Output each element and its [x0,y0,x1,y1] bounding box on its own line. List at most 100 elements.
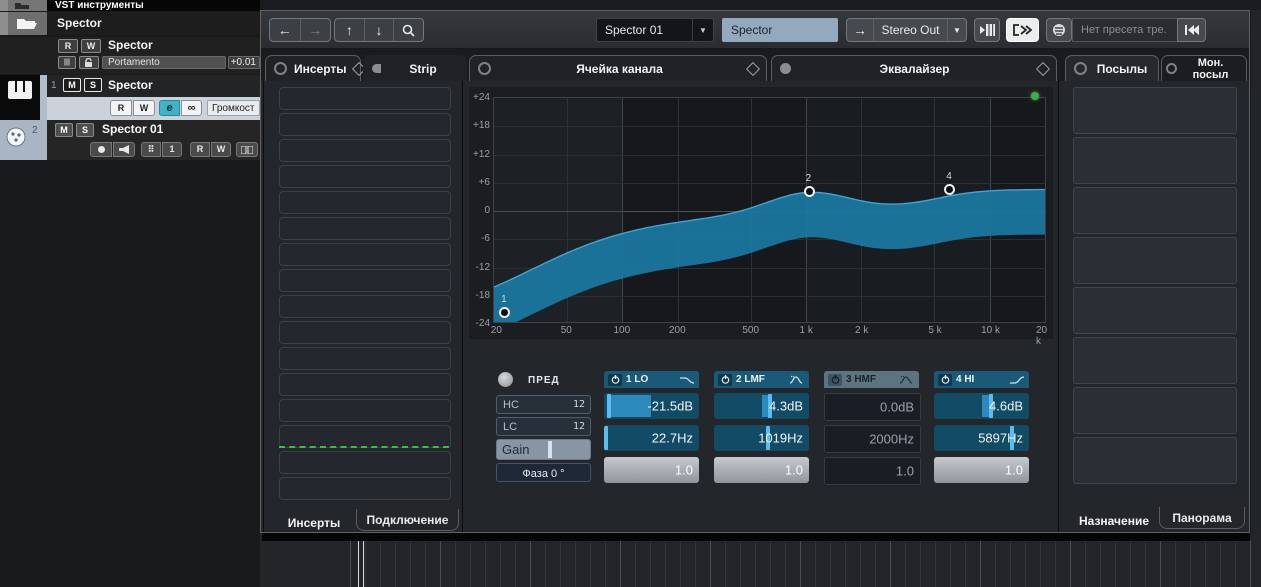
monitor-button[interactable] [113,142,135,157]
peak-icon[interactable] [789,375,805,385]
power-icon[interactable] [718,374,732,386]
band-q-fader[interactable]: 1.0 [714,457,809,483]
insert-slot[interactable] [279,269,451,292]
channel-name-field[interactable]: Spector [722,18,838,42]
power-icon[interactable] [828,374,842,386]
output-chain-button[interactable] [1006,18,1039,42]
automation-track[interactable]: R W Spector ||| Portamento +0.01 [0,37,260,74]
lc-filter[interactable]: LC 12 [496,417,591,436]
fader-handle[interactable] [607,394,611,418]
forward-button[interactable]: → [301,19,331,41]
bypass-button[interactable]: ||| [58,56,76,69]
bypass-ring-icon[interactable] [1074,62,1087,75]
bottom-tab-panorama[interactable]: Панорама [1159,507,1245,529]
send-slot[interactable] [1073,337,1237,384]
volume-field[interactable]: Громкост [207,100,260,116]
insert-slot[interactable] [279,425,451,448]
insert-slot[interactable] [279,243,451,266]
bottom-tab-routing[interactable]: Подключение [356,509,459,531]
search-channel-button[interactable] [394,19,423,41]
write-button[interactable]: W [81,39,101,53]
track-preset-field[interactable]: Нет пресета тре. [1072,18,1177,42]
pre-gain-slider[interactable]: Gain [496,439,591,460]
low-shelf-icon[interactable] [679,375,695,385]
band-freq-fader[interactable]: 22.7Hz [604,425,699,451]
back-button[interactable]: ← [270,19,301,41]
bypass-ring-icon[interactable] [1166,63,1177,74]
insert-slot[interactable] [279,399,451,422]
band-q-fader[interactable]: 1.0 [604,457,699,483]
band-freq-fader[interactable]: 2000Hz [824,425,921,453]
track-spector[interactable]: 1 M S Spector R W e ∞ Громкост [0,75,260,120]
solo-button[interactable]: S [76,123,94,137]
tab-strip[interactable]: Strip [363,55,467,81]
bypass-dot-icon[interactable] [780,63,791,74]
send-slot[interactable] [1073,87,1237,134]
send-slot[interactable] [1073,287,1237,334]
gain-slider-handle[interactable] [548,441,552,458]
band-q-fader[interactable]: 1.0 [824,457,921,485]
project-grid-strip[interactable] [260,533,1261,587]
send-slot[interactable] [1073,137,1237,184]
link-button[interactable]: ∞ [181,100,202,116]
mute-button[interactable]: M [55,123,73,137]
band-gain-fader[interactable]: -21.5dB [604,393,699,419]
band-gain-fader[interactable]: 0.0dB [824,393,921,421]
insert-slot[interactable] [279,191,451,214]
insert-slot[interactable] [279,451,451,474]
drum-map-button[interactable]: ⠿ [141,142,161,157]
eq-band-header[interactable]: 4 HI [934,371,1029,388]
pre-button[interactable] [498,372,513,387]
solo-button[interactable]: S [84,78,102,92]
next-channel-button[interactable]: ↓ [365,19,395,41]
bottom-tab-inserts[interactable]: Инсерты [274,513,354,533]
show-instrument-button[interactable] [974,18,1000,42]
track-spector-01[interactable]: 2 M S Spector 01 ⠿ 1 R W [0,120,260,160]
lock-icon[interactable] [79,56,99,69]
playhead-cursor[interactable] [358,541,359,587]
peak-icon[interactable] [899,375,915,385]
bypass-ring-icon[interactable] [274,62,287,75]
high-shelf-icon[interactable] [1009,375,1025,385]
preset-manage-button[interactable] [1046,18,1072,42]
reset-preset-button[interactable] [1177,18,1206,42]
send-slot[interactable] [1073,237,1237,284]
tab-equalizer[interactable]: Эквалайзер [771,55,1057,81]
power-icon[interactable] [938,374,952,386]
fader-handle[interactable] [604,426,608,450]
read-button[interactable]: R [190,142,210,157]
eq-active-indicator[interactable] [1031,92,1039,100]
track-folder-vst[interactable]: VST инструменты [0,0,260,11]
automation-parameter[interactable]: Portamento [102,56,226,69]
eq-point-2[interactable] [804,186,815,197]
eq-band-header[interactable]: 1 LO [604,371,699,388]
phase-button[interactable]: Фаза 0 ° [496,463,591,482]
read-button[interactable]: R [58,39,78,53]
insert-slot[interactable] [279,113,451,136]
eq-band-header[interactable]: 2 LMF [714,371,809,388]
insert-slot[interactable] [279,295,451,318]
band-freq-fader[interactable]: 1019Hz [714,425,809,451]
record-enable-button[interactable] [90,142,112,157]
automation-value[interactable]: +0.01 [228,56,260,69]
playhead-cursor[interactable] [363,541,364,587]
hc-filter[interactable]: HC 12 [496,395,591,414]
bottom-tab-destination[interactable]: Назначение [1071,511,1157,531]
tab-mon-send[interactable]: Мон. посыл [1161,55,1247,81]
mute-button[interactable]: M [63,78,81,92]
insert-slot[interactable] [279,347,451,370]
track-folder-spector[interactable]: Spector [0,12,260,35]
insert-slot[interactable] [279,87,451,110]
write-button[interactable]: W [211,142,231,157]
send-slot[interactable] [1073,437,1237,484]
edit-channel-button[interactable]: e [159,100,180,116]
send-slot[interactable] [1073,387,1237,434]
band-gain-fader[interactable]: 4.3dB [714,393,809,419]
eq-band-header[interactable]: 3 HMF [824,371,919,388]
preset-diamond-icon[interactable] [1036,61,1050,75]
preset-diamond-icon[interactable] [746,61,760,75]
power-icon[interactable] [608,374,622,386]
midi-channel-field[interactable]: 1 [162,142,182,157]
bypass-ring-icon[interactable] [478,62,491,75]
insert-slot[interactable] [279,217,451,240]
